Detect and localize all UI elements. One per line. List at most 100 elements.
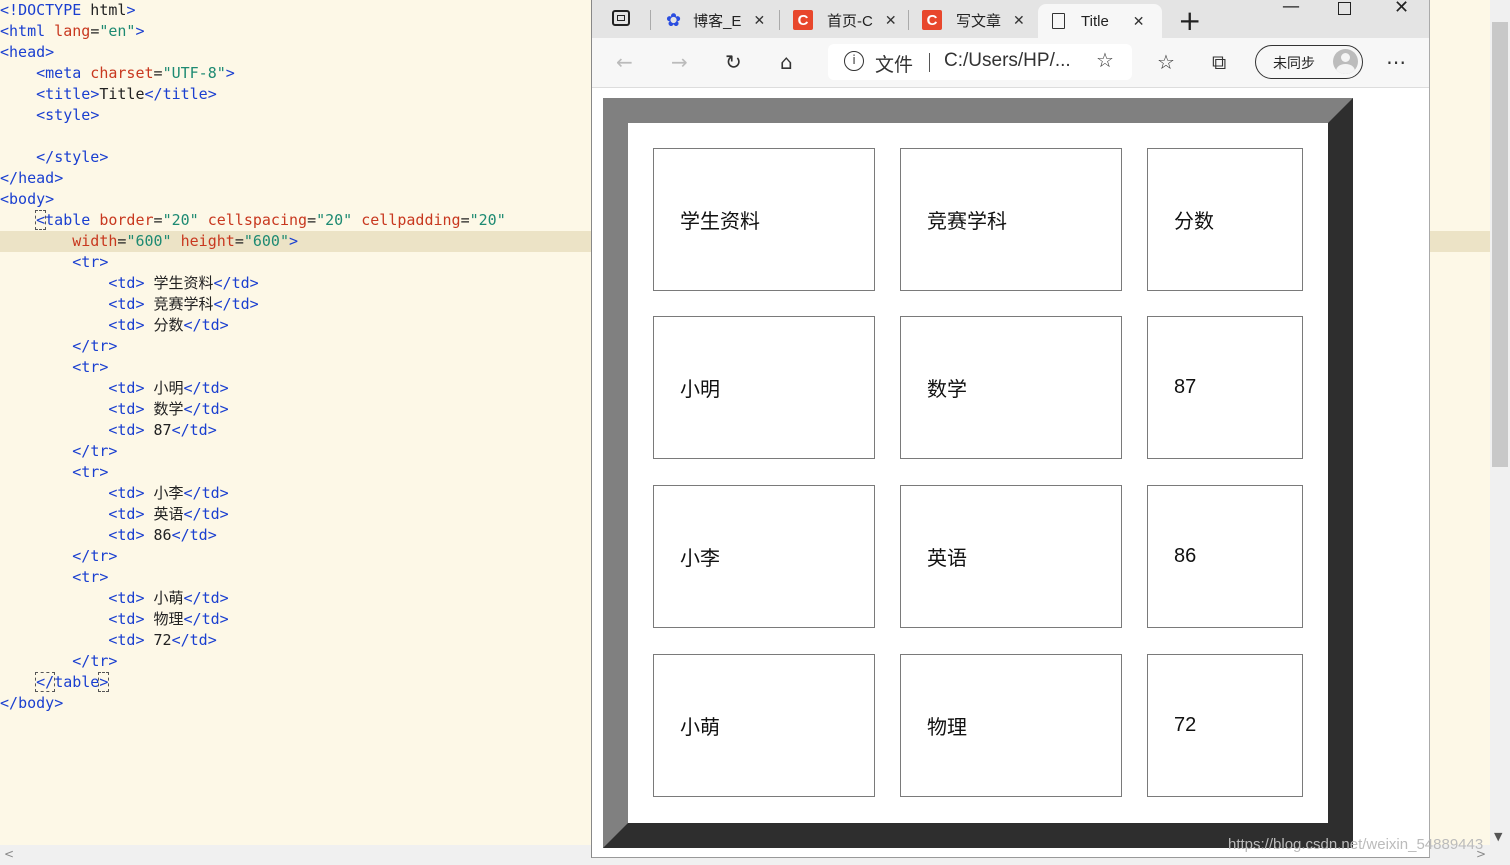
- code-token: 英语: [144, 505, 184, 523]
- more-options-icon[interactable]: ⋯: [1386, 50, 1406, 74]
- code-token: >: [90, 106, 100, 124]
- refresh-icon[interactable]: ↻: [725, 50, 742, 74]
- close-icon[interactable]: ✕: [1133, 13, 1145, 30]
- code-token: td: [117, 589, 136, 607]
- close-icon[interactable]: ✕: [885, 12, 897, 29]
- code-token: tr: [90, 442, 109, 460]
- code-token: </: [144, 85, 163, 103]
- code-token: td: [117, 610, 136, 628]
- info-icon: i: [844, 51, 864, 71]
- close-icon[interactable]: ✕: [1013, 12, 1025, 29]
- code-token: "600": [126, 232, 172, 250]
- collections-icon[interactable]: ⧉: [1212, 50, 1226, 74]
- code-token: </: [0, 169, 19, 187]
- close-icon[interactable]: ✕: [753, 12, 765, 29]
- close-window-icon[interactable]: ✕: [1394, 0, 1409, 18]
- code-token: >: [135, 295, 145, 313]
- code-token: td: [117, 400, 136, 418]
- code-token: td: [117, 484, 136, 502]
- tab-baidu[interactable]: ✿ 博客_E ✕: [666, 4, 765, 36]
- scheme-label: 文件: [875, 55, 914, 76]
- profile-button[interactable]: 未同步: [1255, 45, 1363, 79]
- url-text[interactable]: C:/Users/HP/...: [944, 50, 1071, 72]
- code-token: td: [117, 421, 136, 439]
- code-token: td: [201, 379, 220, 397]
- code-token: =: [307, 211, 317, 229]
- code-token: >: [219, 400, 229, 418]
- code-token: td: [117, 316, 136, 334]
- code-token: td: [117, 295, 136, 313]
- minimize-icon[interactable]: —: [1282, 0, 1300, 17]
- code-token: cellpadding: [352, 211, 461, 229]
- code-token: td: [117, 274, 136, 292]
- add-favorite-icon[interactable]: ☆: [1096, 48, 1114, 73]
- csdn-icon: C: [793, 10, 813, 30]
- code-token: =: [460, 211, 470, 229]
- code-token: </: [183, 379, 202, 397]
- address-bar[interactable]: i 文件 C:/Users/HP/... ☆: [828, 44, 1132, 80]
- favorites-icon[interactable]: ☆: [1157, 50, 1175, 74]
- code-token: >: [207, 421, 217, 439]
- code-token: >: [99, 463, 109, 481]
- scrollbar-thumb[interactable]: [1492, 22, 1508, 467]
- tab-csdn-write[interactable]: C 写文章 ✕: [922, 4, 1025, 36]
- code-token: td: [201, 589, 220, 607]
- code-token: </: [35, 672, 56, 692]
- code-token: tr: [90, 652, 109, 670]
- tab-label: 首页-C: [827, 12, 873, 30]
- code-token: 分数: [144, 316, 184, 334]
- code-token: </: [183, 505, 202, 523]
- code-token: td: [189, 526, 208, 544]
- code-token: title: [45, 85, 91, 103]
- forward-arrow-icon[interactable]: →: [671, 50, 688, 74]
- scroll-left-arrow-icon[interactable]: <: [4, 847, 14, 861]
- code-token: body: [9, 190, 46, 208]
- code-token: >: [135, 421, 145, 439]
- code-token: td: [117, 379, 136, 397]
- tab-csdn-home[interactable]: C 首页-C ✕: [793, 4, 897, 36]
- home-icon[interactable]: ⌂: [780, 50, 793, 74]
- tab-actions-icon[interactable]: [612, 10, 630, 26]
- tab-label: 博客_E: [693, 12, 742, 30]
- code-token: >: [249, 295, 259, 313]
- table-cell: 学生资料: [653, 148, 875, 291]
- tab-title-active[interactable]: Title ✕: [1038, 4, 1162, 38]
- code-token: td: [201, 505, 220, 523]
- code-token: >: [99, 253, 109, 271]
- code-token: charset: [81, 64, 154, 82]
- code-token: >: [54, 169, 64, 187]
- maximize-icon[interactable]: [1338, 2, 1351, 15]
- back-arrow-icon[interactable]: ←: [616, 50, 633, 74]
- editor-vertical-scrollbar[interactable]: ▼: [1490, 0, 1510, 845]
- code-token: <!: [0, 1, 19, 19]
- code-token: >: [207, 526, 217, 544]
- code-token: cellspacing: [198, 211, 308, 229]
- code-token: >: [219, 484, 229, 502]
- code-token: </: [72, 337, 91, 355]
- code-token: meta: [45, 64, 82, 82]
- code-token: >: [45, 190, 55, 208]
- tab-label: Title: [1081, 12, 1109, 30]
- table-cell: 小李: [653, 485, 875, 628]
- code-token: td: [189, 631, 208, 649]
- code-token: </: [72, 652, 91, 670]
- scroll-down-arrow-icon[interactable]: ▼: [1494, 830, 1502, 843]
- code-token: td: [117, 526, 136, 544]
- table-cell: 86: [1147, 485, 1303, 628]
- code-token: <: [36, 106, 46, 124]
- code-token: =: [234, 232, 244, 250]
- browser-window: ✿ 博客_E ✕ C 首页-C ✕ C 写文章 ✕ Title ✕ + — ✕ …: [591, 0, 1430, 858]
- new-tab-button[interactable]: +: [1178, 4, 1201, 37]
- code-token: 小明: [144, 379, 184, 397]
- code-token: >: [135, 484, 145, 502]
